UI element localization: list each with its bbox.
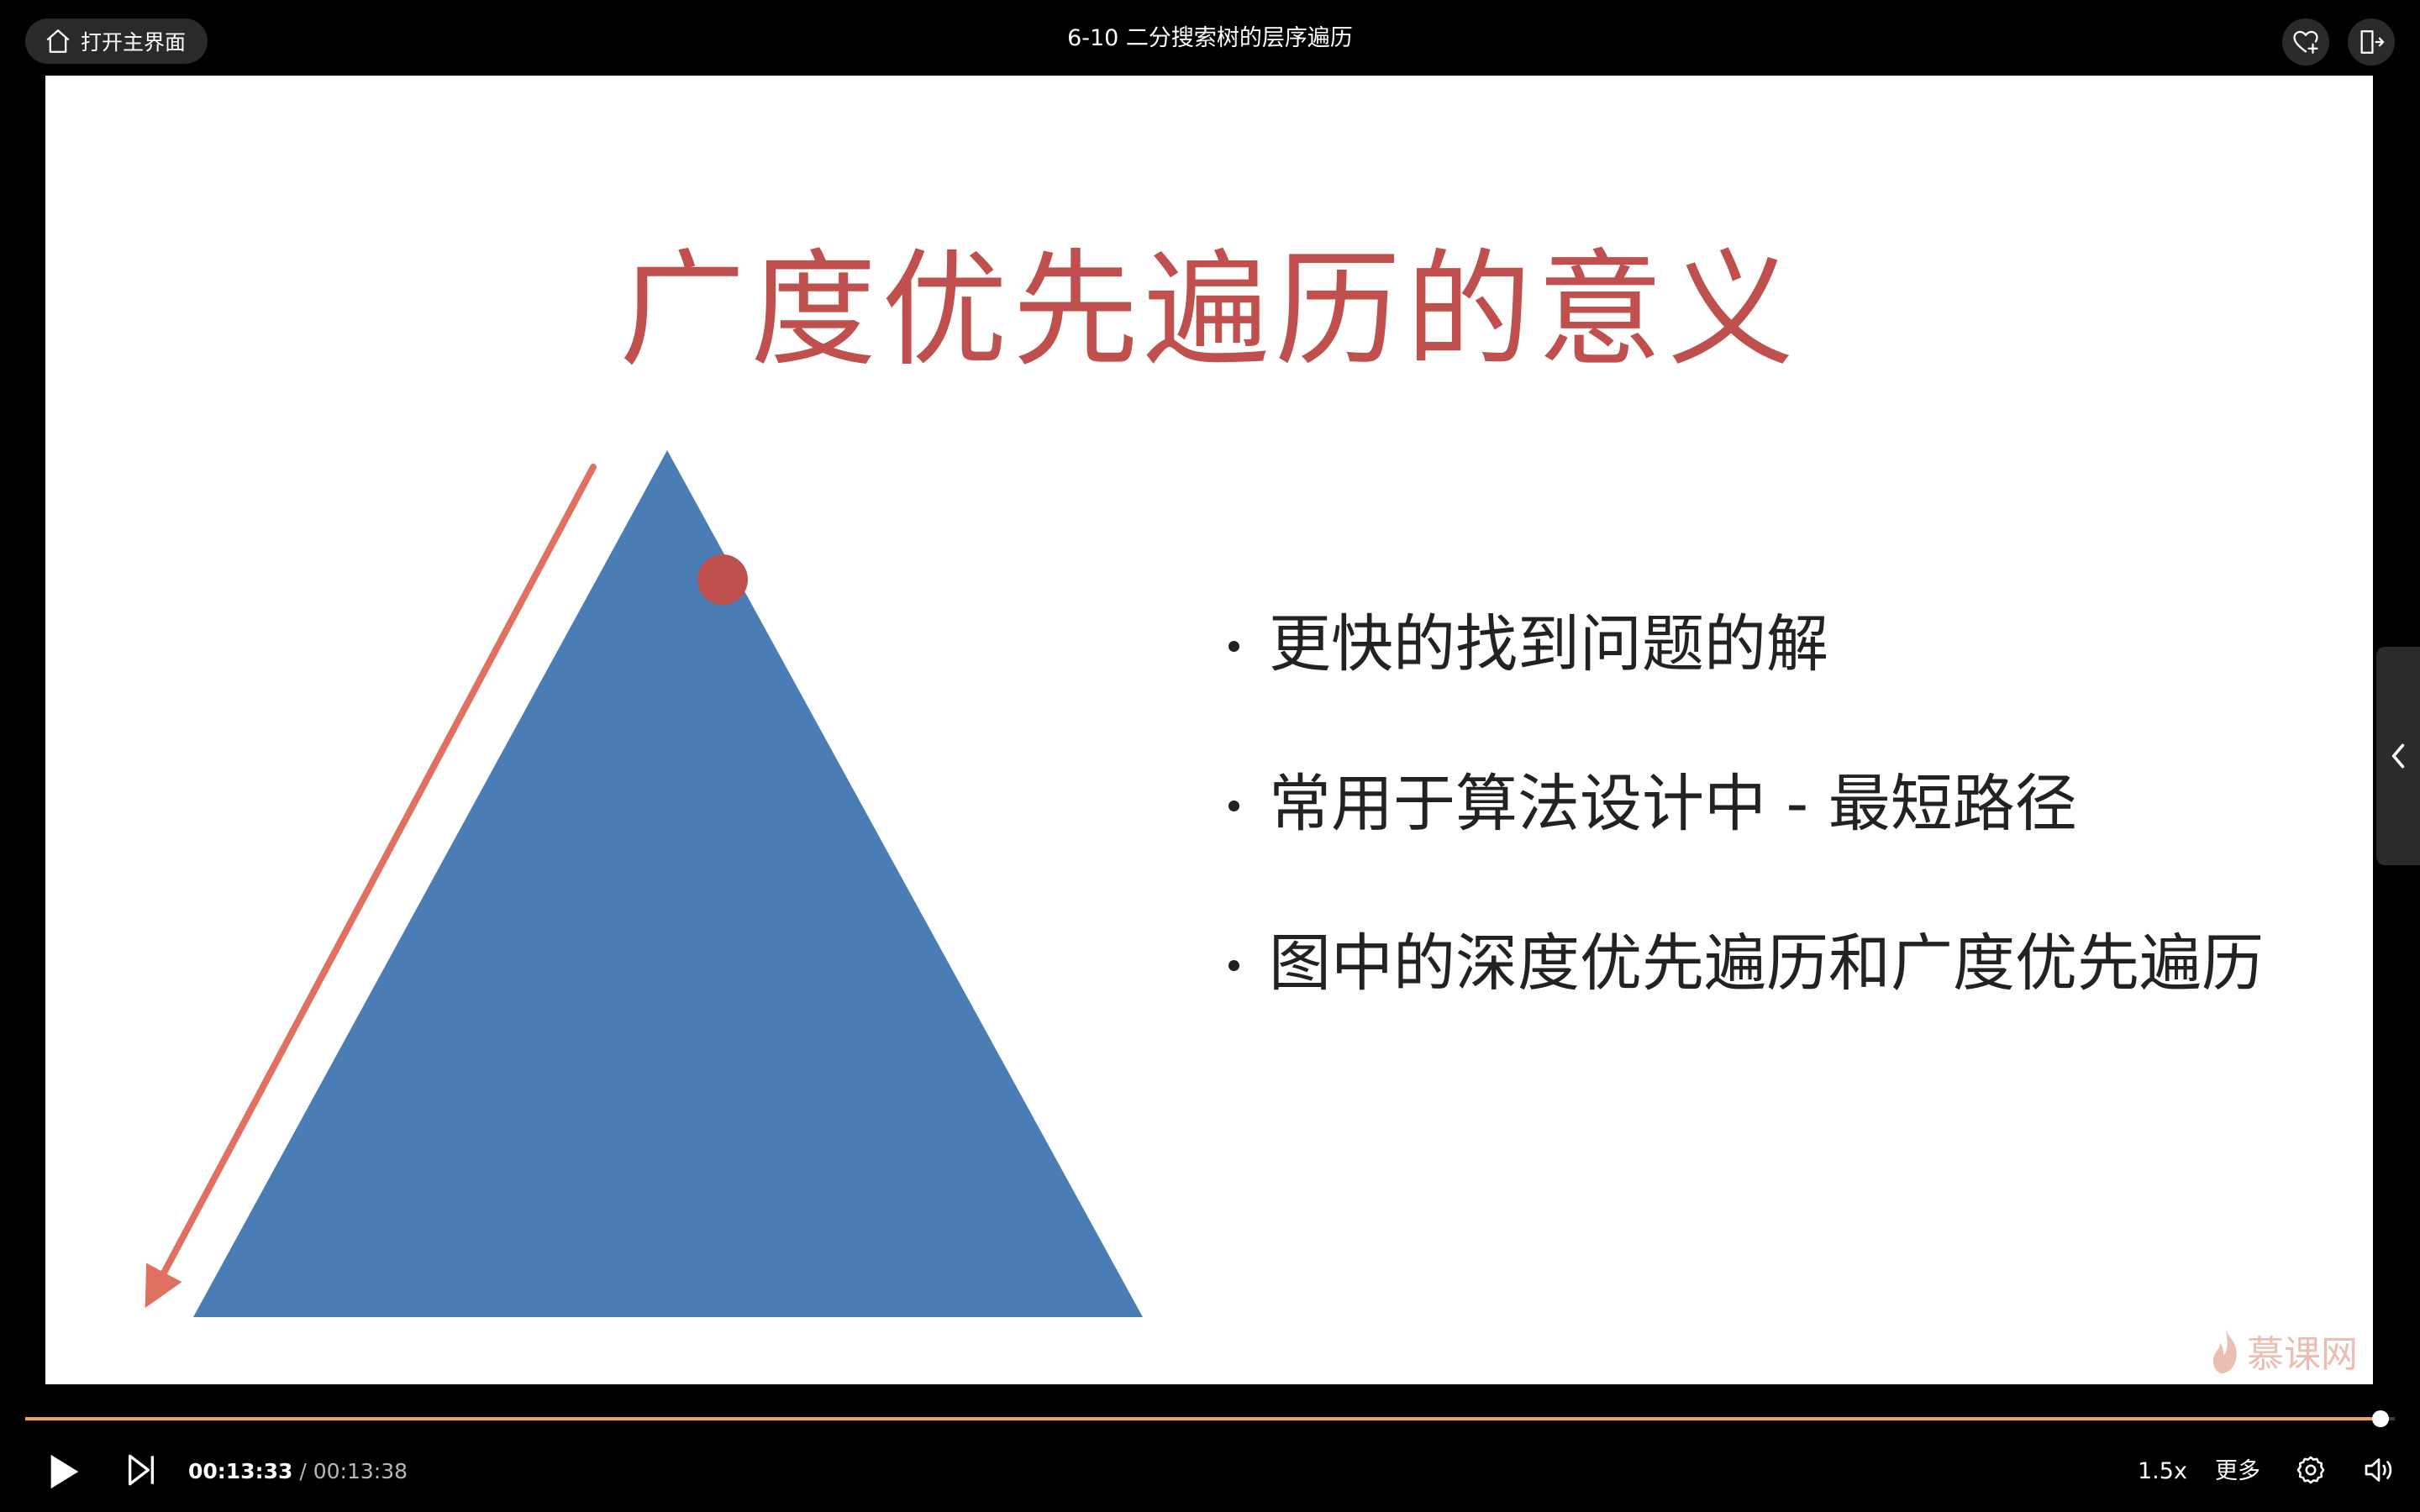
heart-plus-icon	[2293, 30, 2318, 54]
progress-fill	[25, 1417, 2381, 1420]
duration: 00:13:38	[313, 1459, 408, 1483]
slide-title: 广度优先遍历的意义	[618, 238, 1799, 384]
volume-icon	[2365, 1458, 2392, 1482]
current-time: 00:13:33	[188, 1459, 293, 1483]
picture-in-picture-icon	[2360, 30, 2385, 54]
player-controls: 00:13:33 / 00:13:38 1.5x 更多	[0, 1435, 2420, 1512]
more-button[interactable]: 更多	[2215, 1450, 2260, 1494]
slide-bullet-list: 更快的找到问题的解 常用于算法设计中 - 最短路径 图中的深度优先遍历和广度优先…	[1228, 590, 2264, 1068]
tree-triangle	[193, 450, 1143, 1317]
slide-bullet: 更快的找到问题的解	[1228, 590, 2264, 749]
flame-logo-icon	[2212, 1327, 2237, 1374]
video-title: 6-10 二分搜索树的层序遍历	[1067, 25, 1353, 51]
play-button[interactable]	[42, 1446, 86, 1497]
next-video-button[interactable]	[124, 1450, 158, 1490]
time-display: 00:13:33 / 00:13:38	[188, 1450, 408, 1494]
progress-handle[interactable]	[2372, 1410, 2390, 1427]
watermark-text: 慕课网	[2247, 1333, 2358, 1376]
side-panel-toggle[interactable]	[2376, 647, 2420, 865]
chevron-left-icon	[2391, 743, 2405, 769]
video-player-window: 打开主界面 6-10 二分搜索树的层序遍历 广度优先遍历的意义 更快的找到问题的…	[0, 0, 2420, 1512]
settings-icon	[2296, 1456, 2325, 1484]
playback-speed-button[interactable]: 1.5x	[2138, 1450, 2187, 1494]
top-bar: 打开主界面 6-10 二分搜索树的层序遍历	[0, 0, 2420, 76]
watermark: 慕课网	[2208, 1324, 2358, 1378]
video-frame[interactable]: 广度优先遍历的意义 更快的找到问题的解 常用于算法设计中 - 最短路径 图中的深…	[45, 76, 2373, 1384]
time-separator: /	[299, 1459, 307, 1483]
volume-button[interactable]	[2358, 1448, 2400, 1492]
next-icon	[129, 1454, 154, 1486]
play-icon	[50, 1454, 79, 1489]
settings-button[interactable]	[2291, 1448, 2331, 1492]
favorite-button[interactable]	[2282, 18, 2329, 66]
search-dot	[697, 554, 748, 605]
progress-bar[interactable]	[25, 1410, 2395, 1427]
picture-in-picture-button[interactable]	[2348, 18, 2395, 66]
slide-bullet: 常用于算法设计中 - 最短路径	[1228, 749, 2264, 909]
slide-bullet: 图中的深度优先遍历和广度优先遍历	[1228, 909, 2264, 1068]
